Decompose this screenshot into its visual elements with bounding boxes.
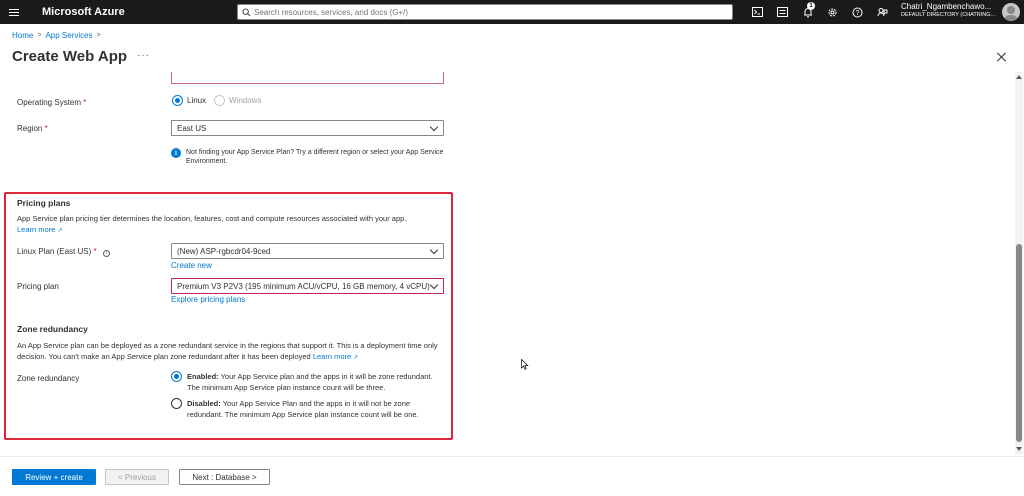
os-label: Operating System (17, 98, 82, 107)
os-option-windows: Windows (229, 96, 262, 105)
linux-plan-dropdown[interactable]: (New) ASP-rgbcdr04-9ced (171, 243, 444, 259)
more-options-icon[interactable]: ··· (137, 50, 150, 61)
zone-radio-disabled[interactable]: Disabled: Your App Service Plan and the … (171, 398, 446, 420)
required-marker: * (44, 124, 48, 133)
cloud-shell-icon[interactable] (745, 0, 770, 24)
avatar[interactable] (1002, 3, 1020, 21)
zone-description: An App Service plan can be deployed as a… (17, 340, 442, 364)
brand-title[interactable]: Microsoft Azure (42, 6, 125, 18)
account-name: Chatri_Ngambenchawo... (901, 2, 992, 11)
external-link-icon: ↗ (57, 228, 63, 234)
chevron-right-icon: > (37, 32, 42, 39)
account-menu[interactable]: Chatri_Ngambenchawo... DEFAULT DIRECTORY… (901, 2, 997, 18)
account-directory: DEFAULT DIRECTORY (CHATRING... (901, 12, 996, 18)
pricing-plan-label: Pricing plan (17, 282, 59, 291)
os-label-row: Operating System * (17, 98, 86, 107)
chevron-down-icon (429, 280, 439, 290)
info-icon: i (171, 148, 181, 158)
pricing-description: App Service plan pricing tier determines… (17, 213, 447, 237)
chevron-down-icon (429, 122, 439, 132)
region-info-note: i Not finding your App Service Plan? Try… (171, 148, 451, 166)
os-radio-windows[interactable]: Windows (214, 95, 261, 106)
linux-plan-label-row: Linux Plan (East US) * i (17, 247, 110, 257)
zone-description-text: An App Service plan can be deployed as a… (17, 341, 438, 361)
pricing-plan-dropdown[interactable]: Premium V3 P2V3 (195 minimum ACU/vCPU, 1… (171, 278, 444, 294)
search-input[interactable] (254, 7, 732, 17)
next-database-button[interactable]: Next : Database > (179, 469, 270, 485)
region-label: Region (17, 124, 43, 133)
page-title: Create Web App (12, 48, 128, 65)
feedback-icon[interactable] (870, 0, 895, 24)
zone-radio-enabled[interactable]: Enabled: Your App Service plan and the a… (171, 371, 446, 393)
chevron-right-icon: > (96, 32, 101, 39)
os-radio-linux[interactable]: Linux (172, 95, 206, 106)
global-search[interactable] (237, 4, 733, 20)
mouse-cursor-icon (521, 359, 529, 370)
required-marker: * (93, 247, 97, 256)
region-note-text: Not finding your App Service Plan? Try a… (186, 149, 444, 165)
region-dropdown[interactable]: East US (171, 120, 444, 136)
zone-enabled-option: Enabled: Your App Service plan and the a… (187, 372, 433, 392)
radio-circle-icon (214, 95, 225, 106)
search-icon (238, 7, 254, 17)
radio-circle-icon (172, 95, 183, 106)
pricing-learn-more-link[interactable]: Learn more ↗ (17, 225, 62, 234)
notification-badge: 1 (807, 2, 815, 10)
pricing-description-text: App Service plan pricing tier determines… (17, 214, 407, 223)
menu-icon[interactable] (0, 0, 28, 24)
region-label-row: Region * (17, 124, 48, 133)
zone-disabled-option: Disabled: Your App Service Plan and the … (187, 399, 419, 419)
zone-redundancy-label: Zone redundancy (17, 374, 80, 383)
zone-learn-more-link[interactable]: Learn more ↗ (313, 352, 358, 361)
os-option-linux: Linux (187, 96, 207, 105)
top-icon-bar: 1 ? (745, 0, 895, 24)
scroll-up-arrow-icon[interactable] (1016, 75, 1022, 79)
footer-bar: Review + create < Previous Next : Databa… (0, 456, 1024, 496)
zone-redundancy-title: Zone redundancy (17, 324, 88, 334)
pricing-plans-title: Pricing plans (17, 198, 71, 208)
form-content: Operating System * Linux Windows Region … (0, 72, 1014, 454)
directory-filter-icon[interactable] (770, 0, 795, 24)
review-create-button[interactable]: Review + create (12, 469, 96, 485)
info-icon[interactable]: i (102, 249, 110, 257)
name-input-partial[interactable] (171, 72, 444, 84)
linux-plan-label: Linux Plan (East US) (17, 247, 92, 256)
notifications-icon[interactable]: 1 (795, 0, 820, 24)
breadcrumb: Home > App Services > (12, 31, 101, 40)
explore-pricing-link[interactable]: Explore pricing plans (171, 295, 245, 304)
svg-text:?: ? (856, 10, 860, 17)
scroll-down-arrow-icon[interactable] (1016, 447, 1022, 451)
help-icon[interactable]: ? (845, 0, 870, 24)
chevron-down-icon (429, 245, 439, 255)
scrollbar-thumb[interactable] (1016, 244, 1022, 442)
radio-circle-icon (171, 398, 182, 409)
required-marker: * (83, 98, 87, 107)
radio-circle-icon (171, 371, 182, 382)
pricing-plan-value: Premium V3 P2V3 (195 minimum ACU/vCPU, 1… (177, 281, 430, 291)
previous-button[interactable]: < Previous (105, 469, 169, 485)
external-link-icon: ↗ (353, 355, 359, 361)
close-icon[interactable] (995, 50, 1009, 64)
vertical-scrollbar[interactable] (1015, 72, 1023, 454)
create-new-link[interactable]: Create new (171, 261, 212, 270)
region-value: East US (177, 123, 207, 133)
breadcrumb-app-services[interactable]: App Services (45, 31, 92, 40)
linux-plan-value: (New) ASP-rgbcdr04-9ced (177, 246, 271, 256)
settings-gear-icon[interactable] (820, 0, 845, 24)
breadcrumb-home[interactable]: Home (12, 31, 33, 40)
